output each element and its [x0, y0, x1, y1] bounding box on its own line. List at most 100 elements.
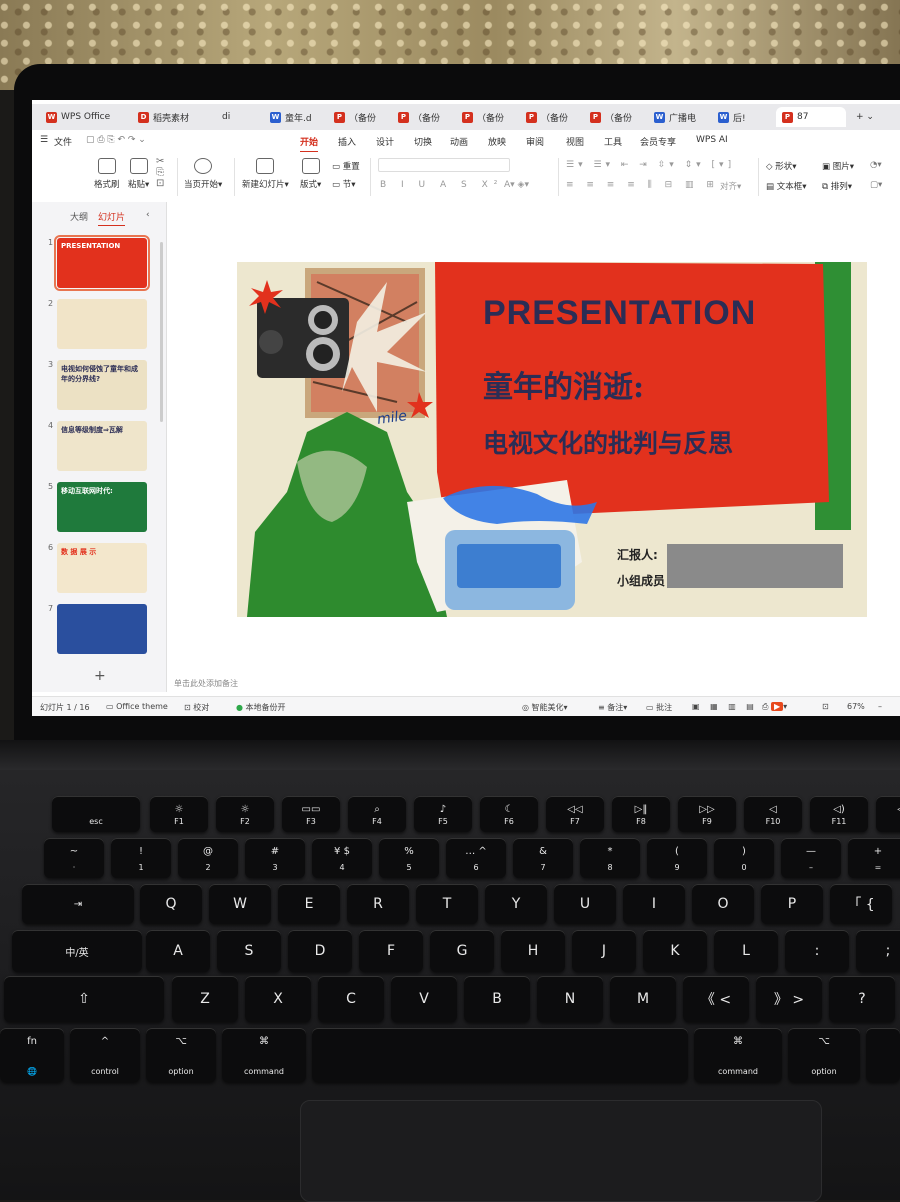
fn-key-1[interactable]: ☼ F1: [150, 796, 208, 832]
textbox-button[interactable]: ▤ 文本框▾: [766, 180, 807, 192]
slide-title-en[interactable]: PRESENTATION: [483, 294, 756, 333]
slide-thumbnail-1[interactable]: PRESENTATION: [54, 235, 150, 291]
fill-icon[interactable]: ◔▾: [870, 160, 882, 170]
slide-thumbnail-2[interactable]: [57, 299, 147, 349]
paste-button[interactable]: 粘贴▾: [128, 158, 149, 190]
letter-key[interactable]: E: [278, 884, 340, 924]
letter-key[interactable]: M: [610, 976, 676, 1022]
tab-outline[interactable]: 大纲: [70, 210, 88, 223]
new-tab-button[interactable]: + ⌄: [850, 107, 890, 127]
tab-1[interactable]: W WPS Office: [40, 107, 128, 127]
arrange-button[interactable]: ⧉ 排列▾: [822, 180, 852, 192]
letter-key[interactable]: Y: [485, 884, 547, 924]
number-key-11[interactable]: — –: [781, 838, 841, 878]
theme-label[interactable]: ▭ Office theme: [106, 702, 168, 711]
zoom-out-button[interactable]: –: [878, 702, 882, 711]
tab-6[interactable]: P （备份: [392, 107, 452, 127]
notes-button[interactable]: ≡ 备注▾: [598, 702, 627, 713]
tab-3[interactable]: di: [216, 107, 260, 127]
letter-key[interactable]: G: [430, 930, 494, 972]
fn-key-10[interactable]: ◁ F10: [744, 796, 802, 832]
alignment-buttons[interactable]: ≡ ≡ ≡ ≡ ⫼ ⊟ ▥ ⊞: [566, 180, 719, 190]
tab-8[interactable]: P （备份: [520, 107, 580, 127]
section-button[interactable]: ▭ 节▾: [332, 178, 356, 190]
slide-title-cn[interactable]: 童年的消逝:: [483, 362, 644, 406]
panel-scrollbar[interactable]: [160, 242, 163, 422]
tab-2[interactable]: D 稻壳素材: [132, 107, 212, 127]
fit-window-icon[interactable]: ⊡: [822, 702, 829, 711]
slide-thumbnail-7[interactable]: [57, 604, 147, 654]
space-bar[interactable]: [312, 1028, 688, 1082]
fn-key-5[interactable]: ♪ F5: [414, 796, 472, 832]
menu-7[interactable]: 审阅: [526, 135, 544, 148]
control-key[interactable]: ^ control: [70, 1028, 140, 1082]
letter-key[interactable]: J: [572, 930, 636, 972]
number-key-2[interactable]: @2: [178, 838, 238, 878]
letter-key[interactable]: C: [318, 976, 384, 1022]
fn-key-3[interactable]: ▭▭ F3: [282, 796, 340, 832]
option-key-right[interactable]: ⌥ option: [788, 1028, 860, 1082]
letter-key[interactable]: ;: [856, 930, 900, 972]
letter-key[interactable]: K: [643, 930, 707, 972]
letter-key[interactable]: Q: [140, 884, 202, 924]
fn-key[interactable]: fn 🌐: [0, 1028, 64, 1082]
letter-key[interactable]: H: [501, 930, 565, 972]
number-key-1[interactable]: ! 1: [111, 838, 171, 878]
reporter-label[interactable]: 汇报人:: [617, 546, 658, 563]
letter-key[interactable]: L: [714, 930, 778, 972]
number-key-8[interactable]: * 8: [580, 838, 640, 878]
fn-key-7[interactable]: ◁◁ F7: [546, 796, 604, 832]
quick-access-icons[interactable]: ▢ ⎙ ⎘ ↶ ↷ ⌄: [86, 135, 146, 145]
fn-key-9[interactable]: ▷▷ F9: [678, 796, 736, 832]
format-painter-button[interactable]: 格式刷: [94, 158, 120, 190]
members-label[interactable]: 小组成员: [617, 572, 665, 589]
menu-file[interactable]: 文件: [54, 135, 72, 148]
zoom-level[interactable]: 67%: [847, 702, 865, 711]
fn-key-12[interactable]: ◁)): [876, 796, 900, 832]
number-key-7[interactable]: & 7: [513, 838, 573, 878]
slide-1[interactable]: PRESENTATION 童年的消逝: 电视文化的批判与反思 汇报人: 小组成员…: [237, 262, 867, 617]
letter-key[interactable]: R: [347, 884, 409, 924]
font-color-button[interactable]: A▾ ◈▾: [504, 180, 529, 190]
slide-thumbnail-3[interactable]: 电视如何侵蚀了童年和成年的分界线?: [57, 360, 147, 410]
comments-button[interactable]: ▭ 批注: [646, 702, 672, 713]
command-key-right[interactable]: ⌘ command: [694, 1028, 782, 1082]
letter-key[interactable]: O: [692, 884, 754, 924]
shift-key[interactable]: ⇧: [4, 976, 164, 1022]
tab-10[interactable]: W 广播电: [648, 107, 708, 127]
menu-4[interactable]: 切换: [414, 135, 432, 148]
tab-7[interactable]: P （备份: [456, 107, 516, 127]
font-family-select[interactable]: [378, 158, 510, 172]
hamburger-icon[interactable]: ☰: [40, 135, 48, 145]
notes-placeholder[interactable]: 单击此处添加备注: [32, 676, 900, 692]
letter-key[interactable]: U: [554, 884, 616, 924]
menu-1[interactable]: 开始: [300, 135, 319, 153]
cut-icon[interactable]: ✂ ⎘ ⊡: [156, 156, 164, 189]
fn-key-4[interactable]: ⌕ F4: [348, 796, 406, 832]
proof-button[interactable]: ⊡ 校对: [184, 702, 209, 713]
number-key-0[interactable]: ~ ·: [44, 838, 104, 878]
letter-key[interactable]: V: [391, 976, 457, 1022]
letter-key[interactable]: :: [785, 930, 849, 972]
number-key-10[interactable]: ) 0: [714, 838, 774, 878]
tab-11[interactable]: W 后!: [712, 107, 772, 127]
letter-key[interactable]: T: [416, 884, 478, 924]
menu-8[interactable]: 视图: [566, 135, 584, 148]
slide-thumbnail-4[interactable]: 信息等级制度⇒瓦解: [57, 421, 147, 471]
fn-key-0[interactable]: esc: [52, 796, 140, 832]
letter-key[interactable]: 「 {: [830, 884, 892, 924]
menu-9[interactable]: 工具: [604, 135, 622, 148]
tab-key[interactable]: ⇥: [22, 884, 134, 924]
arrow-key[interactable]: [866, 1028, 900, 1082]
number-key-3[interactable]: #3: [245, 838, 305, 878]
slide-thumbnail-5[interactable]: 移动互联网时代:: [57, 482, 147, 532]
fn-key-2[interactable]: ☼ F2: [216, 796, 274, 832]
letter-key[interactable]: X: [245, 976, 311, 1022]
play-from-current-button[interactable]: 当页开始▾: [184, 158, 222, 190]
letter-key[interactable]: P: [761, 884, 823, 924]
letter-key[interactable]: N: [537, 976, 603, 1022]
list-buttons[interactable]: ☰▾ ☰▾ ⇤ ⇥ ⇳▾ ⇕▾ [▾]: [566, 160, 735, 170]
menu-2[interactable]: 插入: [338, 135, 356, 148]
number-key-6[interactable]: … ^ 6: [446, 838, 506, 878]
font-style-buttons[interactable]: B I U A S X²: [380, 180, 503, 190]
